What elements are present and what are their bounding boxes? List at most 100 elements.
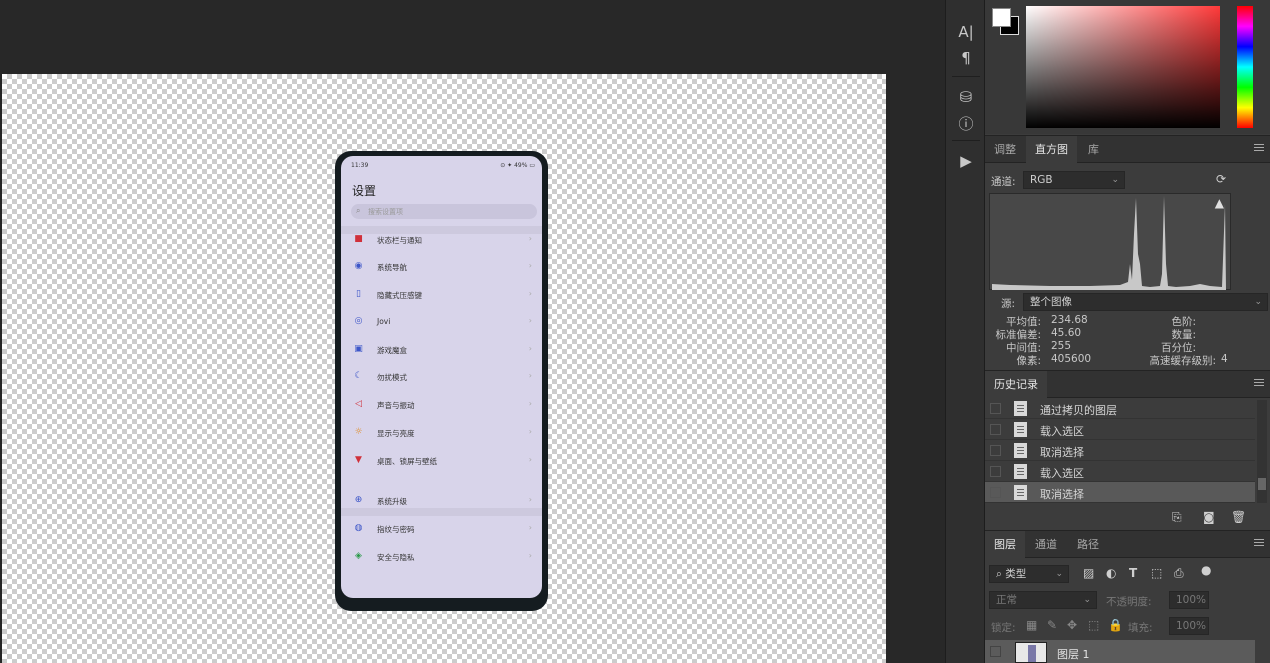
shape-filter-icon[interactable]: ⬚ [1151,566,1162,580]
chevron-down-icon: ⌄ [1111,175,1119,185]
hue-slider[interactable] [1237,6,1253,128]
panel-menu-icon[interactable] [1254,379,1264,389]
settings-item: ◎ Jovi › [341,311,542,335]
history-item[interactable]: 载入选区 [985,419,1255,440]
settings-item-icon: ■ [354,234,363,244]
history-checkbox[interactable] [990,424,1001,435]
opacity-value: 100% [1176,594,1207,606]
history-item-selected[interactable]: 取消选择 [985,482,1255,503]
foreground-color-swatch[interactable] [992,8,1011,27]
lock-position-icon[interactable]: ✥ [1067,618,1077,632]
info-icon: ⓘ [958,115,974,133]
settings-item-icon: ◁ [355,399,362,409]
cache-level-label: 高速缓存级别: [1149,355,1216,367]
type-filter-icon[interactable]: T [1129,566,1137,580]
document-icon [1014,422,1027,437]
settings-item-label: 系统导航 [377,263,407,272]
tab-libraries[interactable]: 库 [1079,136,1108,163]
settings-item: ☼ 显示与亮度 › [341,422,542,446]
character-panel-button[interactable]: A| [954,20,978,44]
new-document-from-state-icon[interactable]: ⎘ [1172,510,1182,525]
adjustment-filter-icon[interactable]: ◐ [1106,566,1116,580]
phone-screen: 11:39 ⊙ ✦ 49% ▭ 设置 ⌕ 搜索设置项 ■ 状态栏与通知 › ◉ 系统导航… [341,156,542,598]
actions-panel-button[interactable]: ▶ [954,149,978,173]
blend-mode-value: 正常 [996,594,1017,606]
search-placeholder: 搜索设置项 [368,208,403,216]
tab-adjustments[interactable]: 调整 [985,136,1025,163]
settings-item-icon: ◎ [354,316,363,326]
chevron-right-icon: › [528,523,532,532]
settings-title: 设置 [352,184,377,198]
chevron-right-icon: › [528,371,532,380]
settings-item-label: 系统升级 [377,497,407,506]
visibility-toggle[interactable] [990,646,1001,657]
opacity-field[interactable]: 100% [1169,591,1209,609]
3d-panel-button[interactable]: ⛁ [954,85,978,109]
refresh-icon[interactable]: ⟳ [1216,172,1226,186]
source-select[interactable]: 整个图像 ⌄ [1023,293,1268,311]
panel-menu-icon[interactable] [1254,144,1264,154]
chevron-down-icon: ⌄ [1055,569,1063,579]
info-panel-button[interactable]: ⓘ [954,112,978,136]
layer-filter-select[interactable]: ⌕ 类型 ⌄ [989,565,1069,583]
layer-row[interactable]: 图层 1 [985,640,1255,663]
history-item[interactable]: 通过拷贝的图层 [985,398,1255,419]
settings-search-bar: ⌕ 搜索设置项 [351,204,537,219]
camera-icon[interactable]: ◙ [1203,510,1215,524]
chevron-right-icon: › [528,289,532,298]
history-item[interactable]: 载入选区 [985,461,1255,482]
channel-select[interactable]: RGB ⌄ [1023,171,1125,189]
tab-histogram[interactable]: 直方图 [1026,136,1077,163]
chevron-right-icon: › [528,234,532,243]
right-panel-dock: 调整 直方图 库 通道: RGB ⌄ ⟳ ▲ 源: 整个图像 ⌄ 平均值: 23… [985,0,1270,663]
median-value: 255 [1051,340,1072,352]
pixels-label: 像素: [1016,355,1041,367]
history-checkbox[interactable] [990,466,1001,477]
tab-history[interactable]: 历史记录 [985,371,1047,398]
history-item-label: 载入选区 [1040,425,1084,438]
pixels-value: 405600 [1051,353,1092,365]
history-scrollbar[interactable] [1257,400,1267,503]
lock-transparent-icon[interactable]: ▦ [1026,618,1037,632]
filter-toggle-icon[interactable]: ● [1201,563,1211,577]
paragraph-panel-button[interactable]: ¶ [954,46,978,70]
tab-channels[interactable]: 通道 [1026,531,1066,558]
history-item-label: 取消选择 [1040,446,1084,459]
trash-icon[interactable]: 🗑 [1231,510,1246,524]
fill-field[interactable]: 100% [1169,617,1209,635]
history-checkbox[interactable] [990,487,1001,498]
document-canvas[interactable]: 11:39 ⊙ ✦ 49% ▭ 设置 ⌕ 搜索设置项 ■ 状态栏与通知 › ◉ 系统导航… [2,74,886,663]
document-icon [1014,401,1027,416]
lock-all-icon[interactable]: 🔒 [1108,618,1123,632]
history-checkbox[interactable] [990,445,1001,456]
tab-layers[interactable]: 图层 [985,531,1025,558]
chevron-right-icon: › [528,344,532,353]
smart-object-filter-icon[interactable]: ⎙ [1174,566,1184,581]
settings-item-label: 勿扰模式 [377,373,407,382]
history-item[interactable]: 取消选择 [985,440,1255,461]
lock-pixels-icon[interactable]: ✎ [1047,618,1057,632]
history-checkbox[interactable] [990,403,1001,414]
document-icon [1014,485,1027,500]
settings-item: ■ 状态栏与通知 › [341,229,542,253]
chevron-right-icon: › [528,316,532,325]
warning-icon[interactable]: ▲ [1215,196,1224,210]
tab-paths[interactable]: 路径 [1068,531,1108,558]
image-filter-icon[interactable]: ▨ [1083,566,1094,580]
scrollbar-thumb[interactable] [1258,478,1266,490]
blend-mode-select[interactable]: 正常 ⌄ [989,591,1097,609]
fill-label: 填充: [1128,622,1153,634]
phone-status-icons: ⊙ ✦ 49% ▭ [500,162,535,169]
settings-item-icon: ☼ [354,427,363,437]
settings-item-label: 隐藏式压感键 [377,291,422,300]
settings-item-icon: ⊕ [354,495,363,505]
opacity-label: 不透明度: [1106,596,1152,608]
layer-name: 图层 1 [1057,648,1090,661]
toolbar-divider [952,76,980,77]
settings-item: ◈ 安全与隐私 › [341,546,542,570]
panel-menu-icon[interactable] [1254,539,1264,549]
color-picker-field[interactable] [1026,6,1220,128]
document-icon [1014,464,1027,479]
settings-item: ☾ 勿扰模式 › [341,366,542,390]
lock-artboard-icon[interactable]: ⬚ [1088,618,1099,632]
